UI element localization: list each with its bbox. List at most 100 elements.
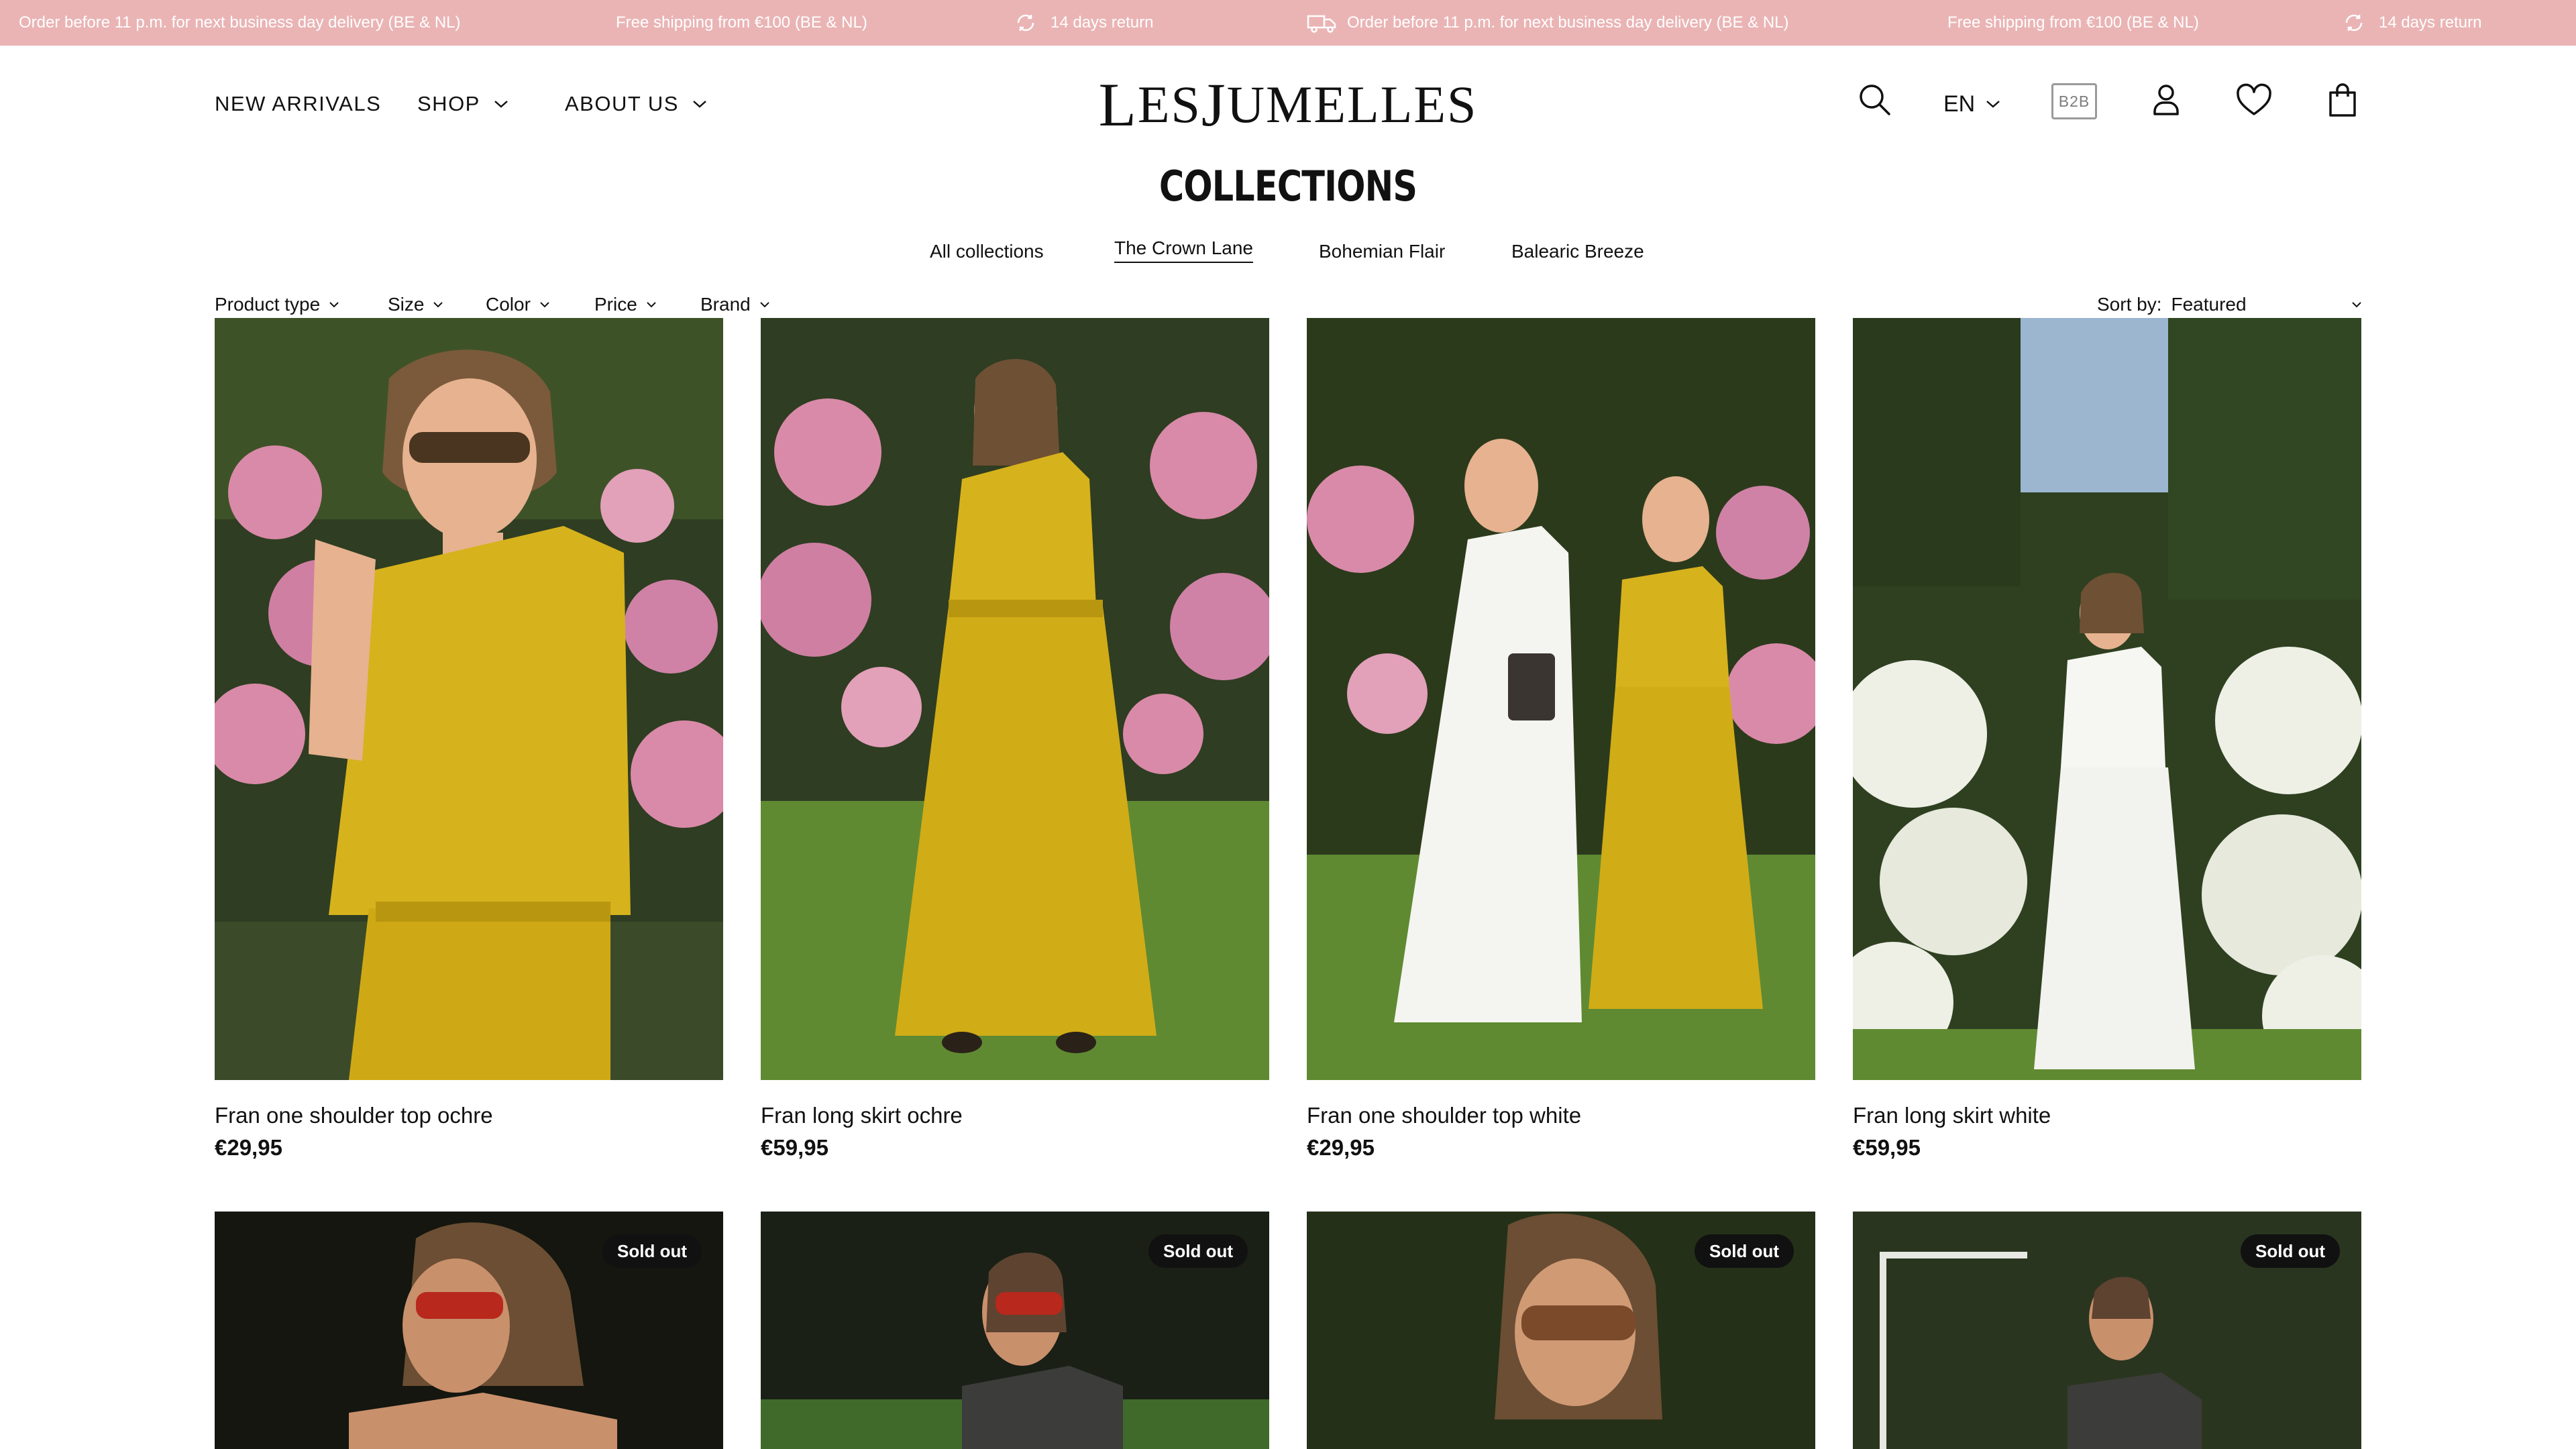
account-button[interactable] xyxy=(2147,80,2186,119)
site-header: NEW ARRIVALS SHOP ABOUT US L ES J UMELLES … xyxy=(0,46,2576,160)
product-price: €29,95 xyxy=(215,1135,282,1160)
product-card[interactable]: Sold out xyxy=(215,1212,723,1449)
filter-brand[interactable]: Brand xyxy=(700,290,771,319)
product-image[interactable] xyxy=(215,318,723,1080)
announcement-returns-2: 14 days return xyxy=(2339,0,2481,46)
announcement-shipping-2: Free shipping from €100 (BE & NL) xyxy=(1947,0,2199,46)
filter-product-type-label: Product type xyxy=(215,294,321,315)
user-icon xyxy=(2153,85,2179,115)
tab-all-collections[interactable]: All collections xyxy=(930,235,1044,268)
announcement-delivery: Order before 11 p.m. for next business d… xyxy=(19,0,461,46)
chevron-down-icon xyxy=(494,101,508,108)
sold-out-badge: Sold out xyxy=(2241,1234,2340,1268)
announcement-bar: Order before 11 p.m. for next business d… xyxy=(0,0,2576,46)
language-selector[interactable]: EN xyxy=(1943,87,2002,121)
nav-new-arrivals[interactable]: NEW ARRIVALS xyxy=(215,87,381,121)
chevron-down-icon xyxy=(693,101,706,108)
return-icon xyxy=(1017,14,1034,32)
nav-about-us[interactable]: ABOUT US xyxy=(565,87,708,121)
product-image[interactable] xyxy=(1853,318,2361,1080)
product-card[interactable]: Fran one shoulder top ochre €29,95 xyxy=(215,318,723,1170)
cart-button[interactable] xyxy=(2324,80,2361,119)
announcement-delivery-text-2: Order before 11 p.m. for next business d… xyxy=(1347,13,1789,32)
announcement-shipping-text-2: Free shipping from €100 (BE & NL) xyxy=(1947,13,2199,32)
chevron-down-icon xyxy=(433,302,443,308)
chevron-down-icon xyxy=(2352,302,2361,308)
search-icon xyxy=(1860,85,1890,115)
sold-out-badge: Sold out xyxy=(1148,1234,1248,1268)
return-icon-2 xyxy=(2345,14,2363,32)
sold-out-badge: Sold out xyxy=(1695,1234,1794,1268)
filter-price-label: Price xyxy=(594,294,637,315)
product-card[interactable]: Sold out xyxy=(1853,1212,2361,1449)
nav-shop-label: SHOP xyxy=(417,92,480,115)
announcement-returns-text: 14 days return xyxy=(1051,13,1154,32)
product-name[interactable]: Fran one shoulder top white xyxy=(1307,1103,1581,1128)
filter-size-label: Size xyxy=(388,294,425,315)
product-image[interactable] xyxy=(761,318,1269,1080)
search-button[interactable] xyxy=(1856,80,1894,119)
b2b-label: B2B xyxy=(2058,92,2090,110)
truck-icon xyxy=(1307,15,1336,33)
language-label: EN xyxy=(1943,91,1976,117)
product-card[interactable]: Fran long skirt ochre €59,95 xyxy=(761,318,1269,1170)
sold-out-badge: Sold out xyxy=(602,1234,702,1268)
tab-the-crown-lane[interactable]: The Crown Lane xyxy=(1114,235,1254,263)
chevron-down-icon xyxy=(329,302,339,308)
chevron-down-icon xyxy=(540,302,549,308)
announcement-delivery-text: Order before 11 p.m. for next business d… xyxy=(19,13,461,32)
nav-about-us-label: ABOUT US xyxy=(565,92,679,115)
product-price: €59,95 xyxy=(761,1135,828,1160)
product-image[interactable] xyxy=(1307,318,1815,1080)
product-name[interactable]: Fran long skirt ochre xyxy=(761,1103,963,1128)
logo-letter-j: J xyxy=(1201,70,1227,139)
product-price: €59,95 xyxy=(1853,1135,1921,1160)
site-logo[interactable]: L ES J UMELLES xyxy=(1099,70,1477,139)
announcement-returns-text-2: 14 days return xyxy=(2379,13,2482,32)
product-image[interactable]: Sold out xyxy=(1307,1212,1815,1449)
product-photo xyxy=(1307,318,1815,1080)
tab-bohemian-flair[interactable]: Bohemian Flair xyxy=(1319,235,1445,268)
wishlist-button[interactable] xyxy=(2234,80,2274,119)
tab-balearic-breeze[interactable]: Balearic Breeze xyxy=(1511,235,1644,268)
announcement-shipping: Free shipping from €100 (BE & NL) xyxy=(616,0,867,46)
filter-color[interactable]: Color xyxy=(486,290,551,319)
page-title: COLLECTIONS xyxy=(1159,161,1417,211)
heart-icon xyxy=(2237,83,2271,115)
chevron-down-icon xyxy=(647,302,656,308)
filter-color-label: Color xyxy=(486,294,531,315)
filter-bar: Product type Size Color Price Brand Sort… xyxy=(0,290,2576,319)
announcement-shipping-text: Free shipping from €100 (BE & NL) xyxy=(616,13,867,32)
product-photo xyxy=(1853,318,2361,1080)
product-photo xyxy=(761,318,1269,1080)
sort-value: Featured xyxy=(2171,294,2247,315)
collection-tabs: All collections The Crown Lane Bohemian … xyxy=(0,235,2576,268)
sort-label: Sort by: xyxy=(2097,294,2162,315)
product-image[interactable]: Sold out xyxy=(215,1212,723,1449)
filter-product-type[interactable]: Product type xyxy=(215,290,340,319)
product-card[interactable]: Sold out xyxy=(761,1212,1269,1449)
filter-size[interactable]: Size xyxy=(388,290,444,319)
chevron-down-icon xyxy=(1986,101,2000,108)
nav-shop[interactable]: SHOP xyxy=(417,87,510,121)
chevron-down-icon xyxy=(760,302,769,308)
logo-part-1: ES xyxy=(1137,75,1201,133)
product-name[interactable]: Fran long skirt white xyxy=(1853,1103,2051,1128)
product-card[interactable]: Fran long skirt white €59,95 xyxy=(1853,318,2361,1170)
sort-select[interactable]: Sort by: Featured xyxy=(2097,290,2363,319)
announcement-returns: 14 days return xyxy=(1010,0,1153,46)
product-photo xyxy=(215,318,723,1080)
product-image[interactable]: Sold out xyxy=(1853,1212,2361,1449)
shopping-bag-icon xyxy=(2329,83,2356,117)
product-price: €29,95 xyxy=(1307,1135,1375,1160)
product-card[interactable]: Fran one shoulder top white €29,95 xyxy=(1307,318,1815,1170)
logo-letter-l: L xyxy=(1098,70,1138,139)
announcement-delivery-2: Order before 11 p.m. for next business d… xyxy=(1307,0,1789,46)
nav-new-arrivals-label: NEW ARRIVALS xyxy=(215,92,382,115)
b2b-button[interactable]: B2B xyxy=(2051,83,2097,119)
product-card[interactable]: Sold out xyxy=(1307,1212,1815,1449)
logo-part-2: UMELLES xyxy=(1226,75,1478,133)
product-image[interactable]: Sold out xyxy=(761,1212,1269,1449)
product-name[interactable]: Fran one shoulder top ochre xyxy=(215,1103,493,1128)
filter-price[interactable]: Price xyxy=(594,290,657,319)
